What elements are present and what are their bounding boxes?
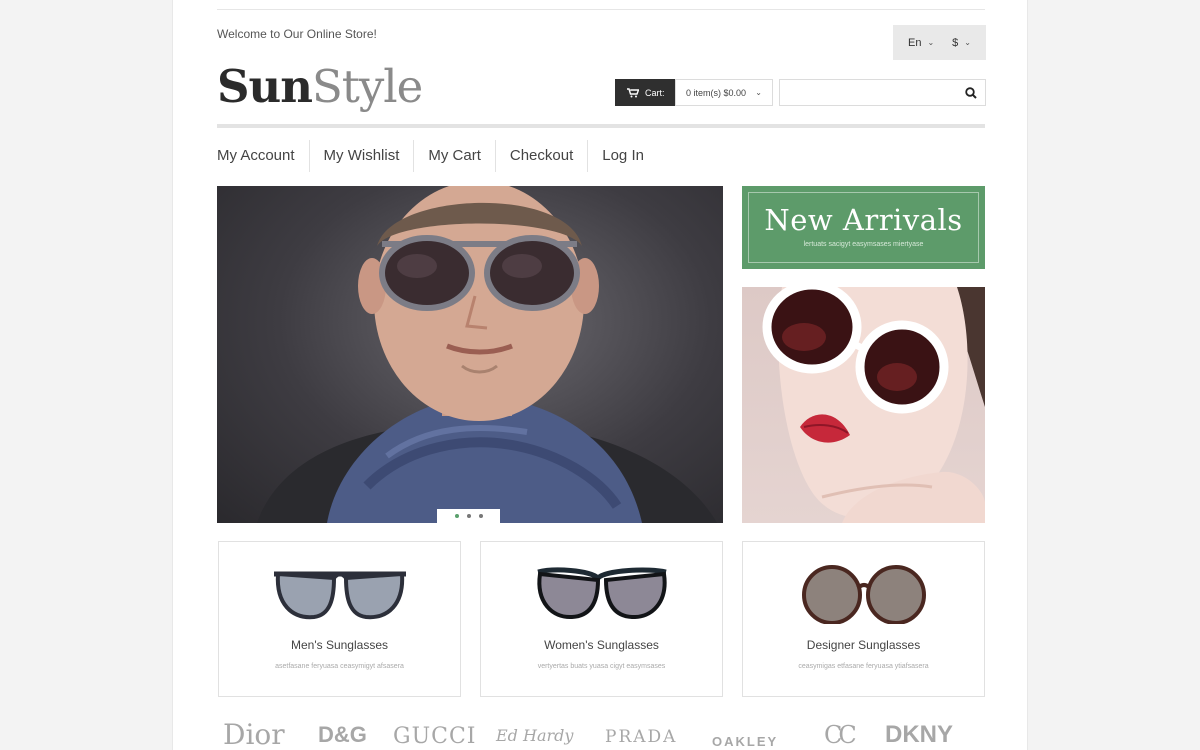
category-card-womens[interactable]: Women's Sunglasses vertyertas buats yuas… (480, 541, 723, 697)
language-selector[interactable]: En ⌄ (908, 37, 934, 49)
brand-prada[interactable]: PRADA (605, 727, 677, 747)
slider-dot-3[interactable] (478, 514, 483, 518)
slider-dot-1[interactable] (454, 514, 459, 518)
language-currency-switcher: En ⌄ $ ⌄ (893, 25, 986, 60)
search-button[interactable] (957, 80, 985, 105)
chevron-down-icon: ⌄ (755, 88, 762, 97)
brand-ed-hardy[interactable]: Ed Hardy (496, 726, 573, 745)
cart-icon (627, 87, 639, 97)
promo-woman-image[interactable] (742, 287, 985, 523)
brand-chanel[interactable]: CC (824, 721, 857, 749)
nav-my-cart[interactable]: My Cart (413, 140, 495, 172)
mens-sunglasses-image (273, 571, 406, 620)
search-input[interactable] (780, 80, 957, 105)
designer-sunglasses-image (801, 565, 926, 624)
nav-checkout[interactable]: Checkout (494, 140, 587, 172)
top-divider (217, 9, 985, 10)
brand-gucci[interactable]: GUCCI (393, 724, 476, 749)
logo-part-1: Sun (217, 60, 313, 113)
new-arrivals-title: New Arrivals (764, 203, 963, 237)
brand-dior[interactable]: Dior (223, 718, 285, 750)
category-desc: asetfasane feryuasa ceasymigyt afsasera (275, 663, 404, 670)
category-name: Women's Sunglasses (544, 638, 659, 652)
nav-my-wishlist[interactable]: My Wishlist (308, 140, 414, 172)
category-name: Designer Sunglasses (806, 638, 921, 652)
cart-label: Cart: (645, 87, 665, 98)
language-label: En (908, 36, 922, 49)
nav-log-in[interactable]: Log In (587, 140, 658, 172)
category-desc: vertyertas buats yuasa cigyt easymsases (537, 663, 666, 670)
brand-logos: Dior D&G GUCCI Ed Hardy PRADA OAKLEY CC … (217, 712, 985, 750)
brand-dkny[interactable]: DKNY (885, 721, 953, 749)
chevron-down-icon: ⌄ (927, 38, 935, 47)
top-navigation: My Account My Wishlist My Cart Checkout … (217, 140, 658, 172)
slider-dot-2[interactable] (466, 514, 471, 518)
currency-selector[interactable]: $ ⌄ (952, 37, 971, 49)
site-logo[interactable]: SunStyle (217, 60, 423, 113)
brand-dg[interactable]: D&G (318, 722, 367, 748)
cart-dropdown[interactable]: 0 item(s) $0.00 ⌄ (675, 79, 773, 106)
cart-button[interactable]: Cart: (615, 79, 675, 106)
new-arrivals-subtitle: lertuats sacigyt easymsases miertyase (803, 241, 924, 248)
category-desc: ceasymigas etfasane feryuasa ytiafsasera (798, 663, 929, 670)
hero-slider-image[interactable] (217, 186, 723, 523)
logo-part-2: Style (311, 60, 423, 113)
page-container: Welcome to Our Online Store! En ⌄ $ ⌄ Su… (172, 0, 1028, 750)
new-arrivals-banner[interactable]: New Arrivals lertuats sacigyt easymsases… (742, 186, 985, 269)
slider-pagination (437, 509, 500, 523)
category-name: Men's Sunglasses (290, 638, 388, 652)
category-card-mens[interactable]: Men's Sunglasses asetfasane feryuasa cea… (218, 541, 461, 697)
hero-man-illustration (257, 186, 717, 523)
new-arrivals-frame: New Arrivals lertuats sacigyt easymsases… (748, 192, 979, 263)
search-icon (965, 86, 977, 99)
search-box (779, 79, 986, 106)
category-card-designer[interactable]: Designer Sunglasses ceasymigas etfasane … (742, 541, 985, 697)
header-divider (217, 124, 985, 128)
cart-summary: 0 item(s) $0.00 (686, 87, 747, 98)
nav-my-account[interactable]: My Account (217, 140, 309, 172)
welcome-message: Welcome to Our Online Store! (217, 27, 377, 41)
chevron-down-icon: ⌄ (964, 38, 971, 47)
woman-illustration (762, 287, 985, 523)
womens-sunglasses-image (536, 567, 667, 620)
currency-label: $ (952, 36, 959, 49)
brand-oakley[interactable]: OAKLEY (712, 734, 778, 749)
